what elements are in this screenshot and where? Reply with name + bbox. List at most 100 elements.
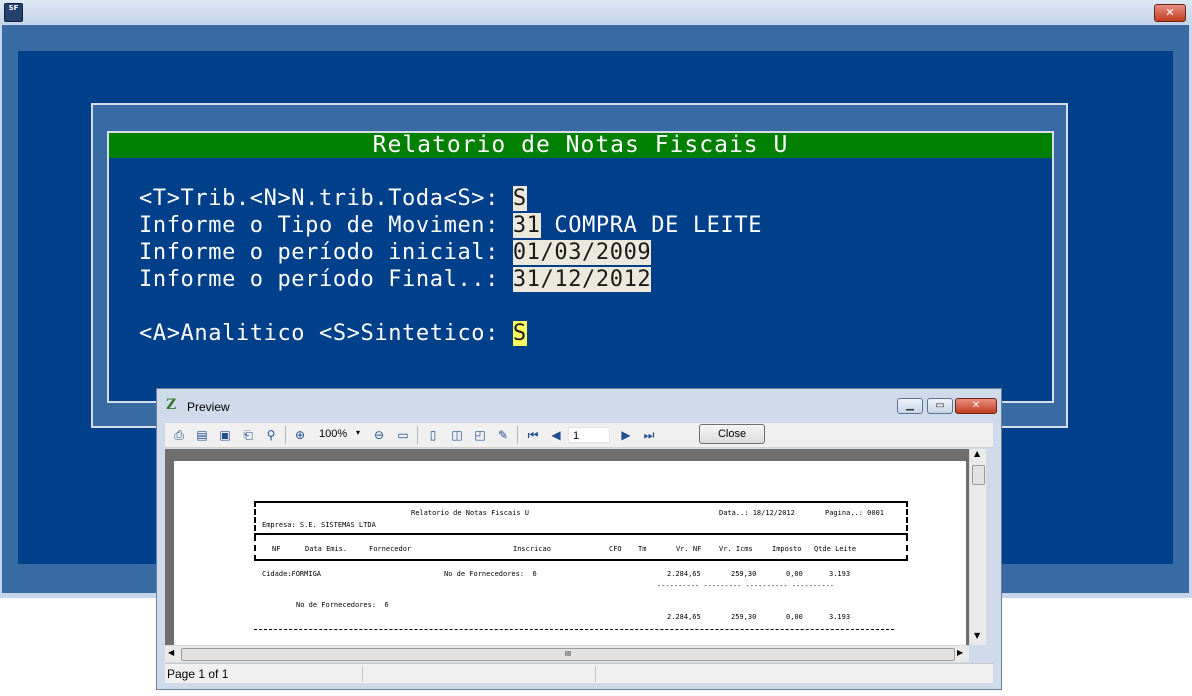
tipo-movimento-input[interactable]: 31 [512,213,541,238]
report-page: Relatorio de Notas Fiscais U Data..: 18/… [174,461,966,645]
report-city: Cidade:FORMIGA [262,570,322,578]
field-row-tributacao: <T>Trib.<N>N.trib.Toda<S>: S [139,186,527,212]
report-total-vr-icms: 259,30 [731,613,757,621]
periodo-inicial-input[interactable]: 01/03/2009 [512,240,652,265]
field-row-analitico-sintetico: <A>Analitico <S>Sintetico: S [139,321,527,347]
field-row-periodo-final: Informe o período Final..: 31/12/2012 [139,267,652,293]
next-page-icon[interactable]: ▶ [618,427,634,443]
column-header: CFO [609,545,622,553]
analitico-sintetico-input[interactable]: S [512,321,527,346]
field-row-periodo-inicial: Informe o período inicial: 01/03/2009 [139,240,652,266]
page-status: Page 1 of 1 [167,667,229,681]
report-app-icon: Z [166,397,177,413]
app-logo-icon: SF [4,3,23,22]
zoom-out-icon[interactable]: ⊖ [371,427,387,443]
outer-dialog-frame: Relatorio de Notas Fiscais U <T>Trib.<N>… [91,103,1068,428]
preview-close-button[interactable]: ✕ [955,398,997,414]
prev-page-icon[interactable]: ◀ [548,427,564,443]
print-icon[interactable]: ⎙ [171,427,187,443]
one-page-icon[interactable]: ▯ [425,427,441,443]
column-header: Vr. NF [676,545,702,553]
status-separator [362,666,363,682]
field-label: <T>Trib.<N>N.trib.Toda<S>: [139,186,513,211]
tributacao-input[interactable]: S [512,186,527,211]
field-row-tipo-movimento: Informe o Tipo de Movimen: 31 COMPRA DE … [139,213,762,239]
report-title: Relatorio de Notas Fiscais U [109,133,1052,158]
first-page-icon[interactable]: ⏮ [525,427,541,443]
open-icon[interactable]: ▤ [194,427,210,443]
main-close-button[interactable]: ✕ [1154,4,1186,22]
column-header: NF [272,545,281,553]
save-icon[interactable]: ▣ [217,427,233,443]
find-icon[interactable]: ⚲ [263,427,279,443]
report-suppliers-count: No de Fornecedores: 6 [444,570,537,578]
scroll-up-icon[interactable]: ▲ [974,449,980,458]
preview-window: Z Preview ▁ ▭ ✕ ⎙ ▤ ▣ ⎗ ⚲ ⊕ 100% ▾ ⊖ ▭ ▯… [156,388,1002,690]
report-page-number: Pagina..: 0001 [825,509,885,517]
header-left-border [254,501,256,531]
last-page-icon[interactable]: ⏭ [641,427,657,443]
close-button[interactable]: Close [699,424,765,444]
column-header: Tm [638,545,647,553]
report-vr-nf: 2.284,65 [667,570,701,578]
report-imposto: 0,00 [786,570,803,578]
two-pages-icon[interactable]: ◫ [449,427,465,443]
book-icon[interactable]: ◰ [472,427,488,443]
report-bottom-rule [254,629,894,630]
columns-left-border [254,535,256,561]
edit-icon[interactable]: ✎ [495,427,511,443]
preview-title: Preview [187,400,230,414]
field-label: Informe o período inicial: [139,240,513,265]
columns-right-border [906,535,908,561]
export-icon[interactable]: ⎗ [240,427,256,443]
column-header: Data Emis. [305,545,348,553]
header-bottom-rule [254,559,908,561]
scroll-right-icon[interactable]: ▶ [957,648,963,657]
report-total-vr-nf: 2.284,65 [667,613,701,621]
column-header: Inscricao [513,545,551,553]
status-separator [595,666,596,682]
toolbar-separator [417,426,418,444]
field-label: <A>Analitico <S>Sintetico: [139,321,513,346]
toolbar-separator [517,426,518,444]
report-vr-icms: 259,30 [731,570,757,578]
toolbar-separator [285,426,286,444]
report-company: Empresa: S.E. SISTEMAS LTDA [262,521,376,529]
report-subtotal-rule: ---------- --------- ---------- --------… [657,582,835,590]
report-total-suppliers: No de Fornecedores: 6 [296,601,389,609]
document-viewport[interactable]: Relatorio de Notas Fiscais U Data..: 18/… [165,449,969,645]
tipo-movimento-description: COMPRA DE LEITE [540,213,763,238]
header-top-rule [254,501,908,503]
vertical-scrollbar[interactable]: ▲ ▼ [969,449,986,645]
column-header: Qtde Leite [814,545,857,553]
horizontal-scrollbar[interactable]: ◀ III ▶ [165,645,969,662]
preview-toolbar: ⎙ ▤ ▣ ⎗ ⚲ ⊕ 100% ▾ ⊖ ▭ ▯ ◫ ◰ ✎ ⏮ ◀ 1 ▶ ⏭… [165,423,993,448]
maximize-button[interactable]: ▭ [927,398,953,414]
scroll-down-icon[interactable]: ▼ [974,631,980,640]
zoom-dropdown-icon[interactable]: ▾ [356,428,360,437]
scroll-left-icon[interactable]: ◀ [168,648,174,657]
periodo-final-input[interactable]: 31/12/2012 [512,267,652,292]
report-total-qtde-leite: 3.193 [829,613,851,621]
column-header: Fornecedor [369,545,412,553]
vertical-scroll-thumb[interactable] [972,465,985,485]
zoom-in-icon[interactable]: ⊕ [292,427,308,443]
preview-title-bar: Z Preview ▁ ▭ ✕ [157,389,1001,423]
main-title-bar: SF ✕ [0,0,1192,24]
status-bar: Page 1 of 1 [165,663,993,683]
report-date: Data..: 18/12/2012 [719,509,795,517]
report-total-imposto: 0,00 [786,613,803,621]
field-label: Informe o período Final..: [139,267,513,292]
report-qtde-leite: 3.193 [829,570,851,578]
zoom-select[interactable]: 100% [319,428,347,440]
column-header: Imposto [772,545,802,553]
report-page-title: Relatorio de Notas Fiscais U [411,509,530,517]
horizontal-scroll-thumb[interactable]: III [181,648,955,661]
minimize-button[interactable]: ▁ [897,398,923,414]
page-number-input[interactable]: 1 [568,427,610,443]
header-mid-rule [254,533,908,535]
header-right-border [906,501,908,531]
report-form-panel: Relatorio de Notas Fiscais U <T>Trib.<N>… [107,131,1054,403]
page-width-icon[interactable]: ▭ [395,427,411,443]
field-label: Informe o Tipo de Movimen: [139,213,513,238]
